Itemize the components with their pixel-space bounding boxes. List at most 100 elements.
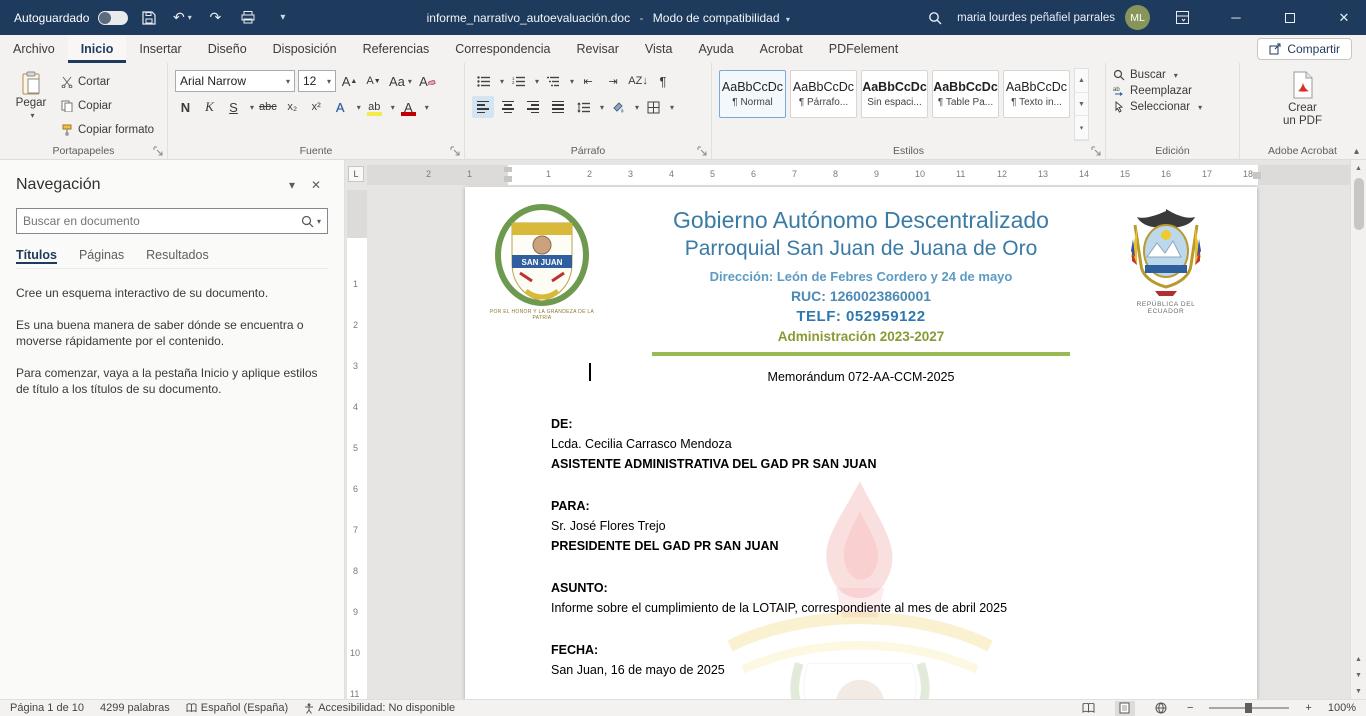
shading-button[interactable]: [607, 96, 629, 118]
undo-icon[interactable]: ↶▾: [170, 6, 194, 30]
scrollbar-thumb[interactable]: [1354, 178, 1364, 230]
font-size-combo[interactable]: 12▾: [298, 70, 336, 92]
tab-archivo[interactable]: Archivo: [0, 35, 68, 63]
tab-vista[interactable]: Vista: [632, 35, 686, 63]
redo-icon[interactable]: ↷: [203, 6, 227, 30]
scroll-down-icon[interactable]: ▼: [1351, 683, 1366, 699]
minimize-button[interactable]: ─: [1214, 0, 1258, 35]
decrease-indent-button[interactable]: ⇤: [577, 70, 599, 92]
underline-button[interactable]: S: [223, 96, 244, 118]
zoom-slider-thumb[interactable]: [1245, 703, 1252, 713]
word-count[interactable]: 4299 palabras: [100, 702, 170, 714]
italic-button[interactable]: K: [199, 96, 220, 118]
shrink-font-button[interactable]: A▼: [363, 70, 384, 92]
multilevel-list-button[interactable]: [542, 70, 564, 92]
page-count[interactable]: Página 1 de 10: [10, 702, 84, 714]
zoom-in-button[interactable]: +: [1305, 702, 1311, 714]
style-sin-espaciado[interactable]: AaBbCcDc Sin espaci...: [861, 70, 928, 118]
align-right-button[interactable]: [522, 96, 544, 118]
styles-scroll-up-icon[interactable]: ▲: [1075, 69, 1088, 93]
sort-button[interactable]: AZ↓: [627, 70, 649, 92]
right-indent-marker[interactable]: [1253, 172, 1261, 179]
cut-button[interactable]: Cortar: [61, 72, 154, 92]
copy-button[interactable]: Copiar: [61, 96, 154, 116]
previous-page-icon[interactable]: ▲: [1351, 651, 1366, 667]
hanging-indent-marker[interactable]: [504, 176, 512, 182]
tab-revisar[interactable]: Revisar: [563, 35, 631, 63]
font-family-combo[interactable]: Arial Narrow▾: [175, 70, 295, 92]
language-status[interactable]: Español (España): [186, 702, 288, 714]
collapse-ribbon-icon[interactable]: ▴: [1354, 146, 1359, 157]
print-layout-icon[interactable]: [1115, 701, 1135, 716]
font-color-button[interactable]: A: [398, 96, 419, 118]
compatibility-mode-label[interactable]: Modo de compatibilidad: [653, 11, 780, 25]
navigation-close-icon[interactable]: ✕: [304, 174, 328, 196]
increase-indent-button[interactable]: ⇥: [602, 70, 624, 92]
highlight-color-button[interactable]: ab: [364, 96, 385, 118]
bold-button[interactable]: N: [175, 96, 196, 118]
accessibility-status[interactable]: Accesibilidad: No disponible: [304, 702, 455, 714]
customize-qat-icon[interactable]: ▾: [269, 6, 293, 30]
format-painter-button[interactable]: Copiar formato: [61, 120, 154, 140]
navigation-options-icon[interactable]: ▾: [280, 174, 304, 196]
tab-referencias[interactable]: Referencias: [350, 35, 443, 63]
avatar[interactable]: ML: [1125, 5, 1150, 30]
justify-button[interactable]: [547, 96, 569, 118]
borders-button[interactable]: [642, 96, 664, 118]
bullets-button[interactable]: [472, 70, 494, 92]
styles-scroll-down-icon[interactable]: ▼: [1075, 93, 1088, 117]
find-button[interactable]: Buscar▾: [1113, 69, 1232, 81]
align-center-button[interactable]: [497, 96, 519, 118]
style-table-paragraph[interactable]: AaBbCcDc ¶ Table Pa...: [932, 70, 999, 118]
zoom-level[interactable]: 100%: [1328, 702, 1356, 714]
read-mode-icon[interactable]: [1079, 701, 1099, 716]
tab-stop-selector[interactable]: L: [348, 166, 364, 182]
search-options-icon[interactable]: ▾: [317, 217, 321, 226]
select-button[interactable]: Seleccionar▾: [1113, 101, 1232, 113]
subscript-button[interactable]: x₂: [282, 96, 303, 118]
style-normal[interactable]: AaBbCcDc ¶ Normal: [719, 70, 786, 118]
create-pdf-button[interactable]: Crearun PDF: [1283, 68, 1322, 141]
zoom-slider[interactable]: [1209, 707, 1289, 709]
tab-insertar[interactable]: Insertar: [126, 35, 194, 63]
first-line-indent-marker[interactable]: [504, 167, 512, 172]
document-search-input[interactable]: [23, 214, 301, 228]
nav-tab-resultados[interactable]: Resultados: [146, 248, 209, 262]
close-button[interactable]: ✕: [1322, 0, 1366, 35]
line-spacing-button[interactable]: [572, 96, 594, 118]
nav-tab-paginas[interactable]: Páginas: [79, 248, 124, 262]
paste-button[interactable]: Pegar ▾: [7, 68, 55, 141]
tab-ayuda[interactable]: Ayuda: [685, 35, 746, 63]
change-case-button[interactable]: Aa▾: [387, 70, 414, 92]
print-icon[interactable]: [236, 6, 260, 30]
strikethrough-button[interactable]: abc: [257, 96, 279, 118]
tab-correspondencia[interactable]: Correspondencia: [442, 35, 563, 63]
style-texto-independiente[interactable]: AaBbCcDc ¶ Texto in...: [1003, 70, 1070, 118]
search-icon[interactable]: [301, 215, 314, 228]
tab-acrobat[interactable]: Acrobat: [747, 35, 816, 63]
share-button[interactable]: Compartir: [1257, 38, 1352, 60]
clear-formatting-button[interactable]: A: [417, 70, 438, 92]
zoom-out-button[interactable]: −: [1187, 702, 1193, 714]
autosave-toggle[interactable]: [98, 11, 128, 25]
ribbon-display-options-icon[interactable]: [1160, 0, 1204, 35]
tab-diseno[interactable]: Diseño: [195, 35, 260, 63]
tab-disposicion[interactable]: Disposición: [260, 35, 350, 63]
save-icon[interactable]: [137, 6, 161, 30]
next-page-icon[interactable]: ▼: [1351, 667, 1366, 683]
memo-body[interactable]: DE: Lcda. Cecilia Carrasco Mendoza ASIST…: [551, 414, 1171, 699]
scroll-up-icon[interactable]: ▲: [1351, 160, 1366, 176]
document-scrollbar[interactable]: ▲ ▲ ▼ ▼: [1350, 160, 1366, 699]
tab-inicio[interactable]: Inicio: [68, 35, 127, 63]
document-page[interactable]: SAN JUAN POR EL HONOR Y LA GRANDEZA DE L…: [465, 187, 1257, 699]
replace-button[interactable]: ab Reemplazar: [1113, 85, 1232, 97]
show-marks-button[interactable]: ¶: [652, 70, 674, 92]
nav-tab-titulos[interactable]: Títulos: [16, 248, 57, 262]
user-name[interactable]: maria lourdes peñafiel parrales: [957, 12, 1115, 24]
superscript-button[interactable]: x²: [306, 96, 327, 118]
web-layout-icon[interactable]: [1151, 701, 1171, 716]
tab-pdfelement[interactable]: PDFelement: [816, 35, 911, 63]
grow-font-button[interactable]: A▲: [339, 70, 360, 92]
restore-button[interactable]: [1268, 0, 1312, 35]
numbering-button[interactable]: 12: [507, 70, 529, 92]
